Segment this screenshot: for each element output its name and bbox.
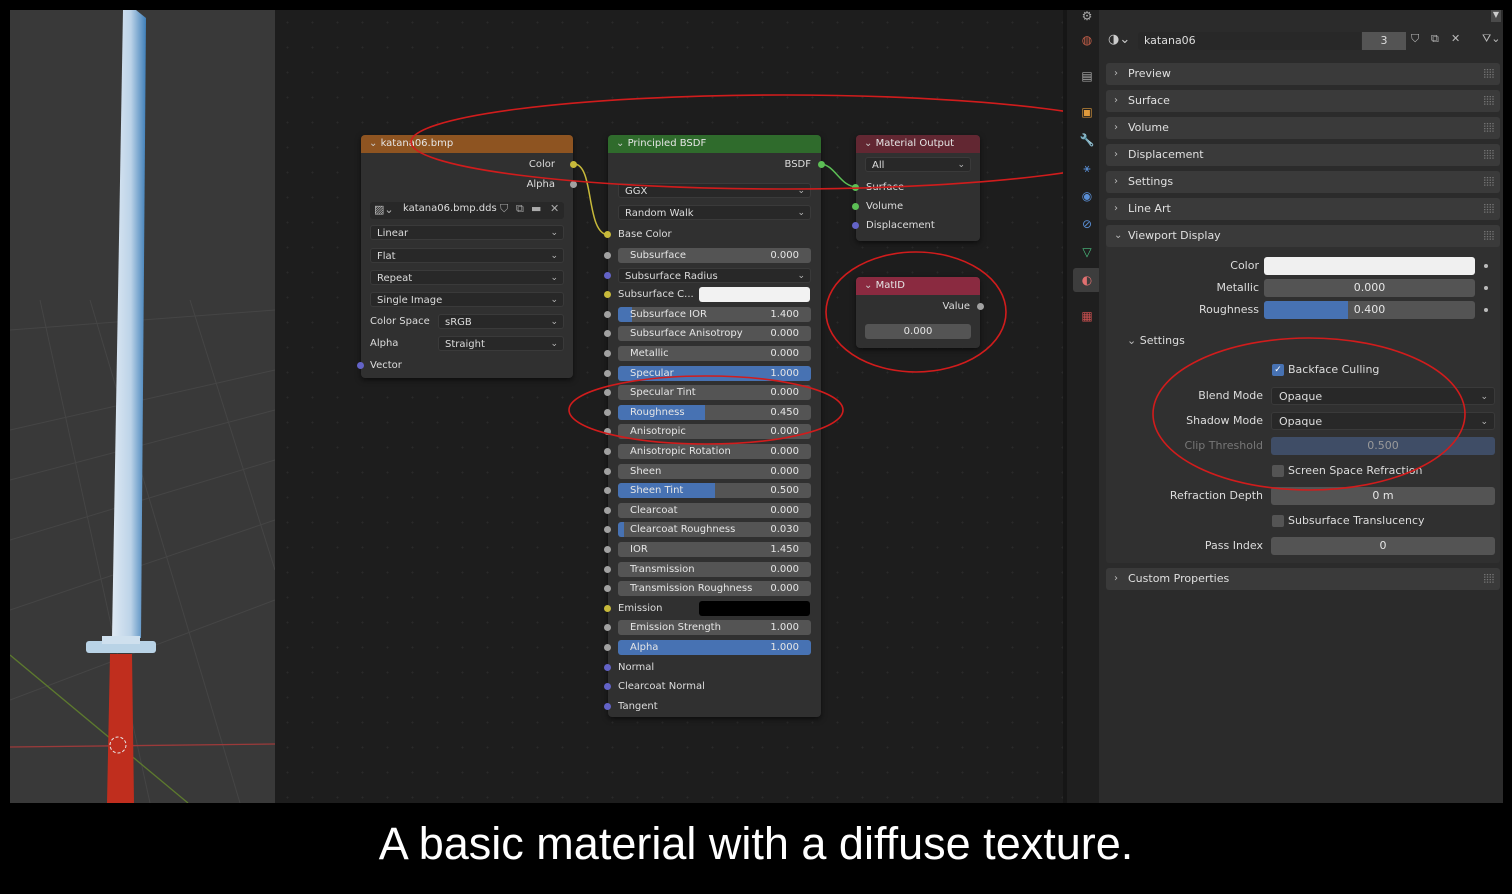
constraints-tab-icon[interactable]: ⊘ [1079, 216, 1095, 232]
object-tab-icon[interactable]: ▣ [1079, 104, 1095, 120]
caption: A basic material with a diffuse texture. [378, 818, 1134, 869]
properties-tabs [1063, 10, 1099, 803]
render-tab-icon[interactable]: ⚙ [1079, 8, 1095, 24]
annotation-ellipse [825, 251, 1007, 373]
annotation-ellipse [410, 94, 1063, 190]
material-tab-icon[interactable]: ◐ [1073, 268, 1101, 292]
annotation-ellipse [568, 375, 844, 445]
modifier-tab-icon[interactable]: 🔧 [1079, 132, 1095, 148]
annotation-ellipse [1152, 337, 1466, 491]
particles-tab-icon[interactable]: ⚹ [1079, 160, 1095, 176]
annotation-overlay [1152, 337, 1466, 491]
node-editor[interactable]: ⌄ katana06.bmp Color Alpha ▨⌄ katana06.b… [275, 10, 1063, 803]
world-tab-icon[interactable]: ◍ [1079, 32, 1095, 48]
data-tab-icon[interactable]: ▽ [1079, 244, 1095, 260]
collection-tab-icon[interactable]: ▤ [1079, 68, 1095, 84]
properties-editor: ◑⌄ katana06 3 ⛉ ⧉ ✕ ⛛⌄ ▼ › Preview ⣿⣿ › Sur… [1099, 10, 1503, 803]
annotation-overlay [410, 94, 1063, 445]
viewport-scene [10, 10, 275, 803]
texture-tab-icon[interactable]: ▦ [1079, 308, 1095, 324]
physics-tab-icon[interactable]: ◉ [1079, 188, 1095, 204]
3d-viewport[interactable] [10, 10, 275, 803]
